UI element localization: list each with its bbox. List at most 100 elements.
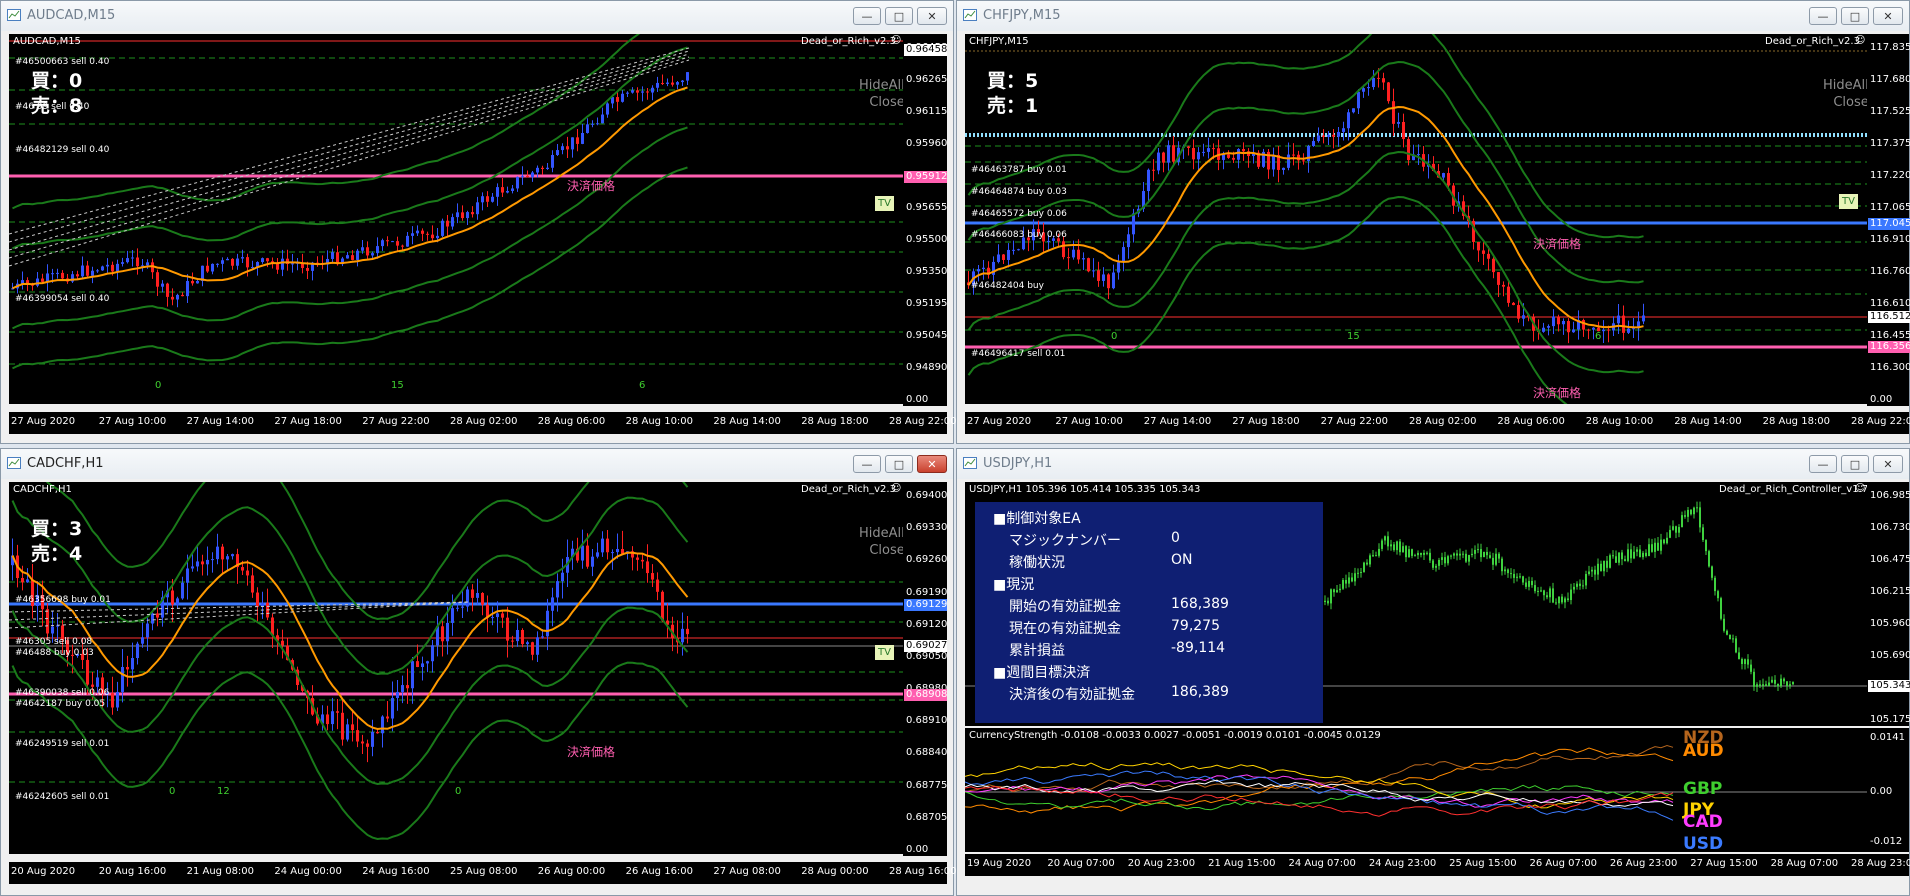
candle-body	[456, 607, 459, 609]
titlebar[interactable]: USDJPY,H1 — □ ✕	[957, 449, 1909, 479]
maximize-button[interactable]: □	[885, 455, 913, 473]
candle-body	[1232, 157, 1235, 160]
price-tick: 106.730	[1870, 522, 1910, 533]
indicator-label: CurrencyStrength -0.0108 -0.0033 0.0027 …	[969, 730, 1381, 741]
time-axis: 19 Aug 2020 20 Aug 07:00 20 Aug 23:00 21 Au…	[965, 854, 1910, 876]
candle-body	[1654, 542, 1656, 552]
chart-window-cadchf[interactable]: CADCHF,H1 — □ ✕ 0 12 0 CADCHF,H1 Dead_or_R…	[0, 448, 957, 896]
close-button[interactable]: ✕	[917, 455, 947, 473]
price-chart[interactable]: 0 15 6 CHFJPY,M15 Dead_or_Rich_v2.3 ☺ 買：5 …	[965, 34, 1867, 404]
maximize-button[interactable]: □	[1841, 7, 1869, 25]
candle-body	[601, 538, 604, 553]
candle-body	[1522, 576, 1524, 583]
candle-body	[1187, 146, 1190, 148]
hide-all-button[interactable]: HideAll	[1823, 77, 1867, 94]
candle-body	[1627, 549, 1629, 561]
price-tag: 105.343	[1868, 680, 1910, 692]
candle-body	[1522, 315, 1525, 319]
candle-body	[1582, 320, 1585, 330]
candle-body	[1642, 552, 1644, 558]
price-tag: 117.045	[1868, 218, 1910, 230]
candle-body	[982, 267, 985, 270]
price-chart[interactable]: 0 12 0 CADCHF,H1 Dead_or_Rich_v2.3 ☺ 買：3 売…	[9, 482, 903, 854]
minimize-button[interactable]: —	[853, 455, 881, 473]
candle-body	[1562, 321, 1565, 325]
candle-body	[571, 137, 574, 150]
candle-body	[1477, 549, 1479, 551]
hide-all-button[interactable]: HideAll	[859, 77, 903, 94]
titlebar[interactable]: AUDCAD,M15 — □ ✕	[1, 1, 953, 31]
close-all-button[interactable]: Close	[1823, 94, 1867, 111]
candle-body	[291, 263, 294, 265]
candle-body	[646, 561, 649, 574]
candle-body	[1495, 553, 1497, 565]
window-title: CHFJPY,M15	[983, 8, 1061, 23]
candle-body	[91, 684, 94, 687]
candle-body	[1492, 557, 1494, 565]
candle-body	[246, 570, 249, 576]
price-chart[interactable]: 0 15 6 AUDCAD,M15 Dead_or_Rich_v2.3 ☺ 買：0 …	[9, 34, 903, 404]
maximize-button[interactable]: □	[885, 7, 913, 25]
price-chart[interactable]: USDJPY,H1 105.396 105.414 105.335 105.34…	[965, 482, 1867, 726]
candle-body	[1558, 596, 1560, 604]
candle-body	[1561, 596, 1563, 603]
titlebar[interactable]: CHFJPY,M15 — □ ✕	[957, 1, 1909, 31]
titlebar[interactable]: CADCHF,H1 — □ ✕	[1, 449, 953, 479]
candle-body	[1447, 173, 1450, 186]
time-tick: 28 Aug 16:00	[889, 866, 957, 877]
candle-body	[1639, 549, 1641, 558]
target-equity-value: 186,389	[1171, 684, 1229, 700]
currency-strength-indicator[interactable]: CurrencyStrength -0.0108 -0.0033 0.0027 …	[965, 728, 1867, 852]
minimize-button[interactable]: —	[1809, 455, 1837, 473]
candle-body	[1312, 141, 1315, 147]
candle-body	[451, 217, 454, 227]
chart-window-audcad[interactable]: AUDCAD,M15 — □ ✕ 0 15 6 AUDCAD,M15 Dead_or…	[0, 0, 956, 444]
maximize-button[interactable]: □	[1841, 455, 1869, 473]
candle-body	[1302, 160, 1305, 162]
order-label: #46488 buy 0.03	[15, 648, 94, 658]
candle-body	[211, 559, 214, 561]
candle-body	[601, 114, 604, 124]
tv-button[interactable]: TV	[875, 645, 894, 660]
chart-window-chfjpy[interactable]: CHFJPY,M15 — □ ✕ 0 15 6 CHFJPY,M15 Dead_or…	[956, 0, 1910, 444]
candle-body	[1402, 546, 1404, 553]
close-button[interactable]: ✕	[917, 7, 947, 25]
candle-body	[191, 281, 194, 284]
tv-button[interactable]: TV	[875, 196, 894, 211]
close-all-button[interactable]: Close	[859, 94, 903, 111]
candle-body	[1738, 652, 1740, 659]
candle-body	[1468, 555, 1470, 562]
candle-body	[1012, 249, 1015, 251]
hide-all-button[interactable]: HideAll	[859, 525, 903, 542]
candle-body	[386, 240, 389, 242]
candle-body	[346, 255, 349, 259]
candle-body	[331, 252, 334, 259]
minimize-button[interactable]: —	[853, 7, 881, 25]
candle-body	[661, 82, 664, 84]
close-all-button[interactable]: Close	[859, 542, 903, 559]
chart-window-usdjpy[interactable]: USDJPY,H1 — □ ✕ USDJPY,H1 105.396 105.41…	[956, 448, 1910, 896]
candle-body	[411, 661, 414, 689]
candle-body	[1435, 565, 1437, 568]
candle-body	[671, 82, 674, 85]
price-tag: 116.356	[1868, 341, 1910, 353]
candle-body	[1411, 549, 1413, 556]
status-value: ON	[1171, 552, 1193, 568]
candle-body	[1741, 658, 1743, 664]
time-tick: 28 Aug 02:00	[450, 416, 518, 427]
buy-count: 買：0	[31, 70, 83, 92]
currency-strength-line	[965, 762, 1674, 809]
price-axis: 117.835 117.680 117.525 117.375 117.220 117.0…	[1867, 34, 1910, 406]
price-tick: 105.960	[1870, 618, 1910, 629]
minimize-button[interactable]: —	[1809, 7, 1837, 25]
candle-body	[1222, 154, 1225, 160]
close-button[interactable]: ✕	[1873, 7, 1903, 25]
candle-body	[1102, 274, 1105, 281]
candle-body	[1587, 329, 1590, 331]
close-button[interactable]: ✕	[1873, 455, 1903, 473]
candle-body	[1367, 87, 1370, 89]
candle-body	[1197, 152, 1200, 160]
order-label: #46390038 sell 0.06	[15, 688, 110, 698]
indicator-tick: -0.012	[1870, 836, 1903, 847]
tv-button[interactable]: TV	[1839, 194, 1858, 209]
